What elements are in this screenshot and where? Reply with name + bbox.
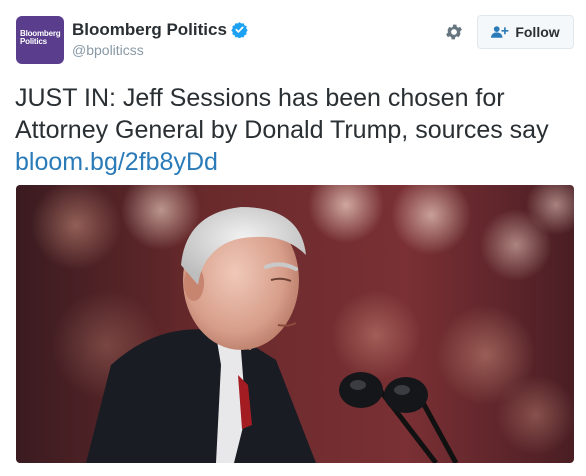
tweet-text-line-1: JUST IN: Jeff Sessions has been chosen f… — [15, 84, 505, 112]
tweet-card: Bloomberg Politics Bloomberg Politics @b… — [0, 0, 586, 476]
account-name[interactable]: Bloomberg Politics — [72, 20, 248, 40]
avatar-logo: Bloomberg Politics — [20, 29, 61, 46]
tweet-photo[interactable] — [16, 185, 574, 463]
tweet-link[interactable]: bloom.bg/2fb8yDd — [15, 148, 218, 176]
account-name-text[interactable]: Bloomberg Politics — [72, 20, 227, 39]
avatar[interactable]: Bloomberg Politics — [16, 16, 64, 64]
tweet-text-line-2: Attorney General by Donald Trump, source… — [15, 116, 549, 144]
gear-icon[interactable] — [444, 22, 464, 42]
add-user-icon — [491, 26, 509, 38]
follow-button[interactable]: Follow — [477, 15, 574, 49]
photo-image — [16, 185, 574, 463]
tweet-text: JUST IN: Jeff Sessions has been chosen f… — [15, 82, 575, 178]
verified-badge-icon — [231, 22, 248, 38]
account-handle[interactable]: @bpoliticss — [72, 42, 144, 58]
follow-label: Follow — [515, 24, 560, 40]
